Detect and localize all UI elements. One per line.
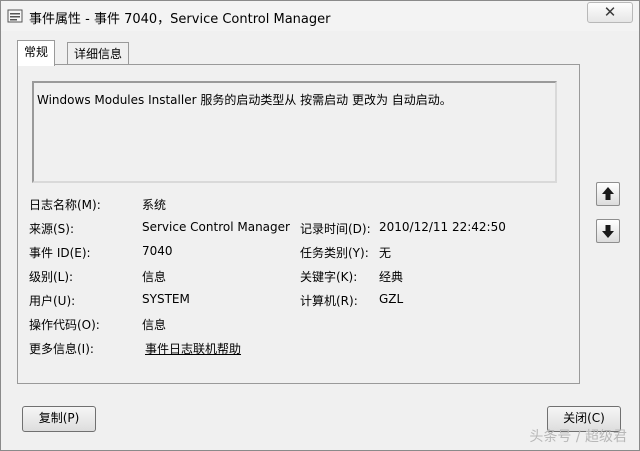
event-id-value: 7040 [142,244,173,258]
task-category-label: 任务类别(Y): [300,246,369,260]
computer-value: GZL [379,292,404,306]
title-bar[interactable]: 事件属性 - 事件 7040，Service Control Manager ✕ [1,1,639,31]
logged-value: 2010/12/11 22:42:50 [379,220,506,234]
next-event-button[interactable] [596,219,620,243]
level-label: 级别(L): [29,270,74,284]
close-icon: ✕ [603,3,617,21]
event-properties-window: 事件属性 - 事件 7040，Service Control Manager ✕… [0,0,640,451]
description-text: Windows Modules Installer 服务的启动类型从 按需启动 … [37,93,452,107]
event-id-label: 事件 ID(E): [29,246,91,260]
keywords-value: 经典 [379,270,404,284]
copy-button[interactable]: 复制(P) [22,406,96,432]
tab-general[interactable]: 常规 [17,40,56,66]
log-name-value: 系统 [142,198,167,212]
user-value: SYSTEM [142,292,190,306]
task-category-value: 无 [379,246,392,260]
more-info-label: 更多信息(I): [29,342,94,356]
previous-event-button[interactable] [596,182,620,206]
arrow-down-icon [602,225,614,238]
user-label: 用户(U): [29,294,76,308]
keywords-label: 关键字(K): [300,270,358,284]
source-label: 来源(S): [29,222,75,236]
tab-details[interactable]: 详细信息 [67,42,130,65]
general-tab-panel: Windows Modules Installer 服务的启动类型从 按需启动 … [17,64,580,384]
online-help-link[interactable]: 事件日志联机帮助 [145,340,241,357]
watermark: 头条号 / 超级君 [529,429,627,445]
computer-label: 计算机(R): [300,294,358,308]
window-title: 事件属性 - 事件 7040，Service Control Manager [29,12,331,27]
source-value: Service Control Manager [142,220,290,234]
level-value: 信息 [142,270,167,284]
window-close-button[interactable]: ✕ [587,2,633,23]
event-viewer-icon [7,8,23,24]
opcode-value: 信息 [142,318,167,332]
logged-label: 记录时间(D): [300,222,371,236]
opcode-label: 操作代码(O): [29,318,100,332]
description-box[interactable]: Windows Modules Installer 服务的启动类型从 按需启动 … [32,81,557,183]
log-name-label: 日志名称(M): [29,198,101,212]
arrow-up-icon [602,187,614,200]
